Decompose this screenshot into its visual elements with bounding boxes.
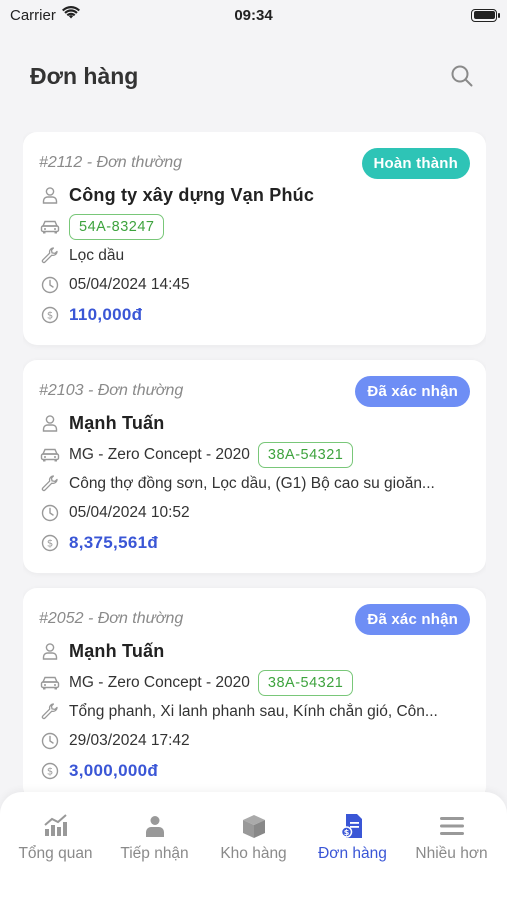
search-icon	[451, 65, 473, 87]
service-list: Lọc dầu	[69, 246, 125, 264]
carrier-label: Carrier	[10, 6, 56, 24]
customer-name: Công ty xây dựng Vạn Phúc	[69, 184, 315, 205]
service-list: Tổng phanh, Xi lanh phanh sau, Kính chắn…	[69, 702, 438, 720]
order-datetime: 05/04/2024 10:52	[69, 503, 190, 521]
order-code: #2103 - Đơn thường	[39, 382, 184, 399]
service-list: Công thợ đồng sơn, Lọc dầu, (G1) Bộ cao …	[69, 474, 435, 492]
menu-icon	[438, 812, 466, 840]
svg-text:$: $	[47, 767, 53, 778]
tab-overview[interactable]: Tổng quan	[6, 812, 105, 900]
license-plate: 54A-83247	[69, 213, 165, 240]
order-card[interactable]: #2103 - Đơn thường Đã xác nhận Mạnh Tuấn…	[23, 360, 486, 573]
money-icon: $	[39, 532, 61, 554]
status-badge: Đã xác nhận	[355, 375, 470, 407]
status-left: Carrier	[10, 6, 80, 24]
search-button[interactable]	[447, 61, 477, 91]
user-icon	[39, 184, 61, 206]
money-icon: $	[39, 304, 61, 326]
order-card[interactable]: #2052 - Đơn thường Đã xác nhận Mạnh Tuấn…	[23, 588, 486, 792]
status-badge: Hoàn thành	[361, 147, 470, 179]
tab-label: Đơn hàng	[318, 845, 387, 862]
money-icon: $	[39, 760, 61, 782]
chart-icon	[42, 812, 70, 840]
customer-name: Mạnh Tuấn	[69, 412, 165, 433]
box-icon	[240, 812, 268, 840]
clock-icon	[39, 502, 61, 524]
wrench-icon	[39, 473, 61, 495]
clock-icon	[39, 274, 61, 296]
svg-text:$: $	[343, 828, 349, 837]
bottom-tab-bar: Tổng quan Tiếp nhận Kho hàng $ Đơn hàng …	[0, 792, 507, 900]
status-bar: Carrier 09:34	[0, 0, 507, 30]
page-title: Đơn hàng	[30, 62, 139, 89]
customer-name: Mạnh Tuấn	[69, 640, 165, 661]
car-icon	[39, 216, 61, 238]
tab-orders[interactable]: $ Đơn hàng	[303, 812, 402, 900]
car-icon	[39, 672, 61, 694]
tab-label: Nhiều hơn	[415, 845, 488, 862]
car-icon	[39, 444, 61, 466]
svg-text:$: $	[47, 311, 53, 322]
wifi-icon	[61, 6, 80, 24]
vehicle-model: MG - Zero Concept - 2020	[69, 673, 250, 691]
status-badge: Đã xác nhận	[355, 603, 470, 635]
wrench-icon	[39, 245, 61, 267]
order-list[interactable]: #2112 - Đơn thường Hoàn thành Công ty xâ…	[23, 132, 486, 792]
tab-label: Tổng quan	[18, 845, 93, 862]
order-total: 3,000,000đ	[69, 761, 159, 780]
tab-label: Tiếp nhận	[120, 845, 189, 862]
wrench-icon	[39, 701, 61, 723]
user-icon	[39, 640, 61, 662]
tab-label: Kho hàng	[220, 845, 287, 862]
license-plate: 38A-54321	[257, 669, 354, 696]
order-total: 8,375,561đ	[69, 533, 159, 552]
order-card[interactable]: #2112 - Đơn thường Hoàn thành Công ty xâ…	[23, 132, 486, 345]
header: Đơn hàng	[0, 52, 507, 100]
svg-text:$: $	[47, 539, 53, 550]
license-plate: 38A-54321	[257, 441, 354, 468]
clock-icon	[39, 730, 61, 752]
order-code: #2112 - Đơn thường	[39, 154, 183, 171]
order-total: 110,000đ	[69, 305, 143, 324]
order-code: #2052 - Đơn thường	[39, 610, 184, 627]
battery-icon	[471, 8, 500, 22]
order-icon: $	[339, 812, 367, 840]
tab-more[interactable]: Nhiều hơn	[402, 812, 501, 900]
user-icon	[141, 812, 169, 840]
order-datetime: 29/03/2024 17:42	[69, 731, 190, 749]
user-icon	[39, 412, 61, 434]
tab-reception[interactable]: Tiếp nhận	[105, 812, 204, 900]
order-datetime: 05/04/2024 14:45	[69, 275, 190, 293]
vehicle-model: MG - Zero Concept - 2020	[69, 445, 250, 463]
tab-warehouse[interactable]: Kho hàng	[204, 812, 303, 900]
